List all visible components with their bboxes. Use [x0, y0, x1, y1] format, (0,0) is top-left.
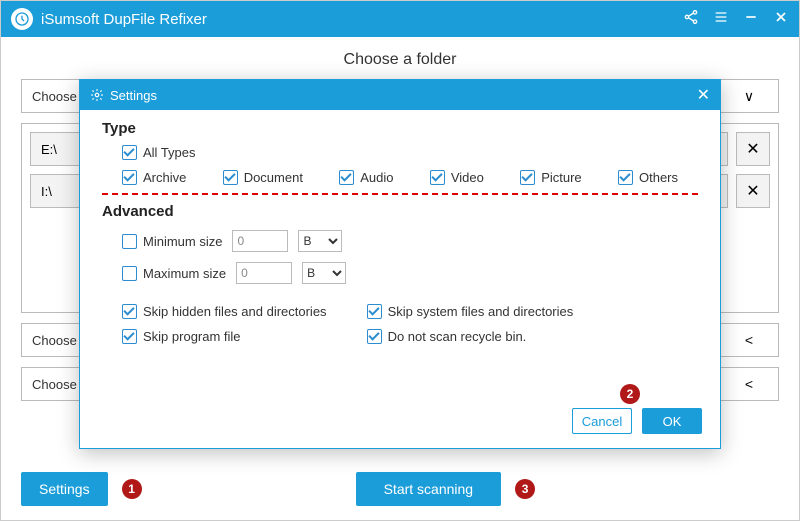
- type-others-checkbox[interactable]: Others: [618, 170, 678, 185]
- share-icon[interactable]: [683, 9, 699, 30]
- skip-system-checkbox[interactable]: Skip system files and directories: [367, 304, 574, 319]
- gear-icon: [90, 88, 104, 102]
- app-title: iSumsoft DupFile Refixer: [41, 11, 683, 28]
- dialog-title: Settings: [110, 88, 157, 103]
- min-size-checkbox[interactable]: Minimum size: [122, 234, 222, 249]
- dialog-close-icon[interactable]: ✕: [697, 85, 710, 105]
- start-scanning-button[interactable]: Start scanning: [356, 472, 502, 506]
- all-types-checkbox[interactable]: All Types: [122, 145, 196, 160]
- type-archive-checkbox[interactable]: Archive: [122, 170, 186, 185]
- min-size-input[interactable]: [232, 230, 288, 252]
- type-section-title: Type: [102, 120, 698, 137]
- close-icon[interactable]: [773, 9, 789, 30]
- annotation-badge-3: 3: [515, 479, 535, 499]
- skip-program-checkbox[interactable]: Skip program file: [122, 329, 327, 344]
- min-size-unit[interactable]: B: [298, 230, 342, 252]
- type-document-checkbox[interactable]: Document: [223, 170, 303, 185]
- remove-folder-button[interactable]: ✕: [736, 132, 770, 166]
- types-row: Archive Document Audio Video Picture Oth…: [102, 170, 698, 185]
- collapse-button-2[interactable]: <: [719, 367, 779, 401]
- settings-dialog: Settings ✕ Type All Types Archive Docume…: [79, 79, 721, 449]
- annotation-badge-1: 1: [122, 479, 142, 499]
- ok-button[interactable]: OK: [642, 408, 702, 434]
- advanced-section-title: Advanced: [102, 203, 698, 220]
- dialog-header: Settings ✕: [80, 80, 720, 110]
- menu-icon[interactable]: [713, 9, 729, 30]
- minimize-icon[interactable]: [743, 9, 759, 30]
- expand-button[interactable]: ∨: [719, 79, 779, 113]
- collapse-button-1[interactable]: <: [719, 323, 779, 357]
- no-recycle-checkbox[interactable]: Do not scan recycle bin.: [367, 329, 574, 344]
- remove-folder-button[interactable]: ✕: [736, 174, 770, 208]
- skip-hidden-checkbox[interactable]: Skip hidden files and directories: [122, 304, 327, 319]
- annotation-divider: [102, 193, 698, 195]
- footer: Settings 1 Start scanning 3: [1, 458, 799, 520]
- cancel-button[interactable]: Cancel: [572, 408, 632, 434]
- annotation-badge-2: 2: [620, 384, 640, 404]
- max-size-unit[interactable]: B: [302, 262, 346, 284]
- settings-button[interactable]: Settings: [21, 472, 108, 506]
- page-subtitle: Choose a folder: [1, 37, 799, 79]
- max-size-checkbox[interactable]: Maximum size: [122, 266, 226, 281]
- type-audio-checkbox[interactable]: Audio: [339, 170, 393, 185]
- type-picture-checkbox[interactable]: Picture: [520, 170, 581, 185]
- max-size-input[interactable]: [236, 262, 292, 284]
- type-video-checkbox[interactable]: Video: [430, 170, 484, 185]
- title-bar: iSumsoft DupFile Refixer: [1, 1, 799, 37]
- app-logo: [11, 8, 33, 30]
